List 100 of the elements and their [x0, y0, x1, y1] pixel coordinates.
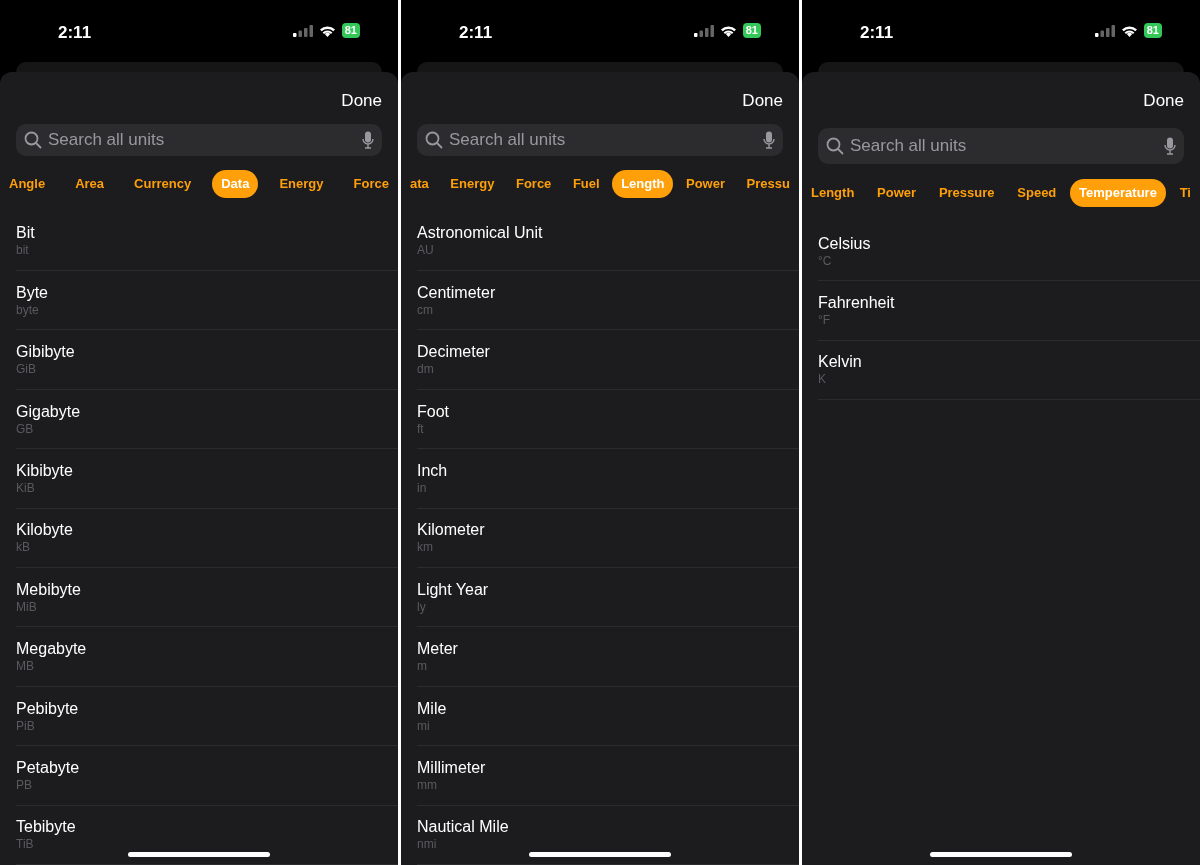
unit-name: Petabyte — [16, 757, 81, 778]
unit-row[interactable]: Meter m — [417, 627, 799, 687]
unit-row[interactable]: Foot ft — [417, 389, 799, 450]
unit-symbol: mi — [417, 718, 431, 734]
unit-name: Astronomical Unit — [417, 223, 544, 244]
unit-row[interactable]: Byte byte — [16, 271, 398, 331]
signal-icon — [1094, 24, 1115, 37]
unit-symbol: TiB — [16, 837, 35, 853]
category-tab[interactable]: Power — [868, 179, 926, 207]
unit-name: Gigabyte — [16, 401, 82, 422]
category-tab[interactable]: Force — [506, 169, 561, 198]
unit-symbol: PiB — [16, 718, 36, 734]
battery-indicator: 81 — [1143, 23, 1162, 38]
search-input[interactable]: Search all units — [850, 133, 1158, 159]
unit-symbol: °F — [818, 313, 832, 329]
category-tab[interactable]: Area — [66, 169, 114, 198]
search-input[interactable]: Search all units — [449, 126, 757, 153]
unit-row[interactable]: Megabyte MB — [16, 627, 398, 687]
category-tab[interactable]: Energy — [270, 169, 333, 198]
unit-symbol: m — [417, 659, 428, 675]
category-tab[interactable]: Angle — [0, 169, 55, 198]
unit-row[interactable]: Light Year ly — [417, 568, 799, 628]
unit-symbol: bit — [16, 243, 30, 259]
unit-row[interactable]: Mile mi — [417, 686, 799, 747]
search-field[interactable]: Search all units — [16, 123, 382, 156]
unit-symbol: kB — [16, 540, 31, 556]
wifi-icon — [318, 24, 336, 37]
done-button[interactable]: Done — [1143, 88, 1184, 112]
search-field[interactable]: Search all units — [417, 123, 783, 156]
unit-row[interactable]: Fahrenheit °F — [818, 281, 1200, 341]
unit-name: Gibibyte — [16, 342, 76, 363]
unit-name: Centimeter — [417, 282, 497, 303]
unit-row[interactable]: Mebibyte MiB — [16, 568, 398, 628]
unit-symbol: ft — [417, 421, 425, 437]
unit-row[interactable]: Kibibyte KiB — [16, 449, 398, 509]
category-tab[interactable]: Speed — [1008, 179, 1066, 207]
unit-name: Byte — [16, 282, 49, 303]
status-time: 2:11 — [58, 22, 92, 44]
unit-row[interactable]: Gigabyte GB — [16, 389, 398, 450]
unit-row[interactable]: Gibibyte GiB — [16, 330, 398, 390]
unit-name: Millimeter — [417, 757, 487, 778]
unit-row[interactable]: Millimeter mm — [417, 746, 799, 806]
category-tab[interactable]: Ti — [1170, 179, 1200, 207]
unit-name: Nautical Mile — [417, 817, 510, 838]
wifi-icon — [1120, 24, 1138, 37]
unit-name: Light Year — [417, 579, 490, 600]
status-time: 2:11 — [860, 22, 894, 44]
unit-row[interactable]: Kilometer km — [417, 508, 799, 569]
category-tab[interactable]: Currency — [125, 169, 201, 198]
unit-row[interactable]: Inch in — [417, 449, 799, 509]
microphone-icon — [1164, 137, 1176, 155]
unit-name: Kelvin — [818, 352, 863, 373]
unit-row[interactable]: Kelvin K — [818, 340, 1200, 401]
microphone-icon — [362, 130, 374, 149]
unit-name: Decimeter — [417, 342, 491, 363]
unit-symbol: km — [417, 540, 434, 556]
unit-name: Celsius — [818, 233, 872, 254]
category-tab[interactable]: Length — [802, 179, 864, 207]
unit-symbol: GiB — [16, 362, 37, 378]
category-tab[interactable]: Power — [677, 169, 734, 198]
unit-row[interactable]: Bit bit — [16, 211, 398, 272]
unit-symbol: mm — [417, 777, 438, 793]
unit-row[interactable]: Astronomical Unit AU — [417, 211, 799, 272]
unit-row[interactable]: Centimeter cm — [417, 271, 799, 331]
category-tab[interactable]: Force — [344, 169, 398, 198]
signal-icon — [693, 24, 714, 37]
unit-symbol: ly — [417, 599, 427, 615]
search-input[interactable]: Search all units — [48, 126, 356, 153]
unit-name: Mebibyte — [16, 579, 82, 600]
search-icon — [826, 137, 844, 155]
status-time: 2:11 — [459, 22, 493, 44]
done-button[interactable]: Done — [742, 88, 783, 112]
unit-symbol: cm — [417, 302, 434, 318]
search-field[interactable]: Search all units — [818, 128, 1184, 164]
unit-name: Fahrenheit — [818, 293, 896, 314]
battery-indicator: 81 — [742, 23, 761, 38]
unit-name: Kibibyte — [16, 460, 74, 481]
search-icon — [425, 130, 443, 149]
unit-symbol: in — [417, 480, 428, 496]
category-tab[interactable]: ata — [401, 169, 438, 198]
unit-row[interactable]: Decimeter dm — [417, 330, 799, 390]
category-tab[interactable]: Pressu — [737, 169, 799, 198]
unit-row[interactable]: Petabyte PB — [16, 746, 398, 806]
unit-symbol: dm — [417, 362, 435, 378]
unit-row[interactable]: Celsius °C — [818, 222, 1200, 282]
unit-symbol: PB — [16, 777, 33, 793]
unit-symbol: MB — [16, 659, 35, 675]
category-tab[interactable]: Fuel — [563, 169, 609, 198]
unit-symbol: K — [818, 372, 827, 388]
unit-name: Pebibyte — [16, 698, 80, 719]
unit-symbol: KiB — [16, 480, 36, 496]
done-button[interactable]: Done — [341, 88, 382, 112]
category-tab[interactable]: Energy — [441, 169, 504, 198]
unit-symbol: nmi — [417, 837, 438, 853]
unit-name: Foot — [417, 401, 450, 422]
search-icon — [24, 130, 42, 149]
category-tab[interactable]: Pressure — [929, 179, 1004, 207]
unit-symbol: GB — [16, 421, 35, 437]
unit-row[interactable]: Kilobyte kB — [16, 508, 398, 569]
unit-row[interactable]: Pebibyte PiB — [16, 686, 398, 747]
